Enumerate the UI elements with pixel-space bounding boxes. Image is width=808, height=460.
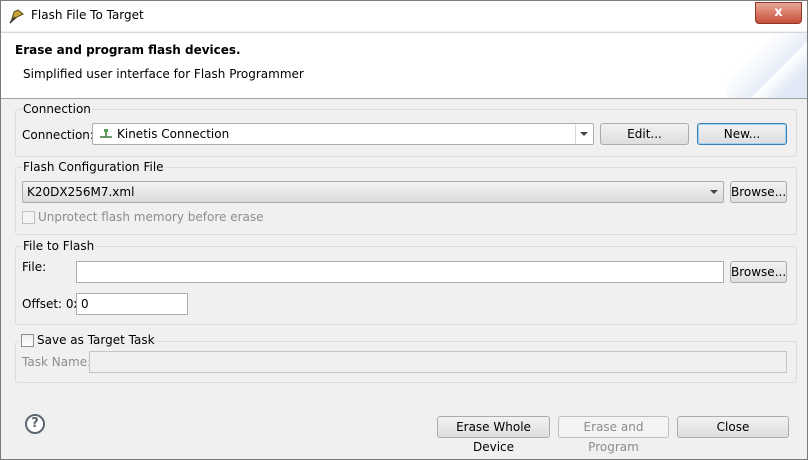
save-target-task-label: Save as Target Task (37, 333, 155, 347)
unprotect-checkbox-label: Unprotect flash memory before erase (38, 210, 264, 224)
file-field-label: File: (22, 260, 47, 274)
connection-select-value: Kinetis Connection (117, 127, 230, 141)
erase-and-program-button[interactable]: Erase and Program (558, 416, 669, 454)
flash-config-select[interactable]: K20DX256M7.xml (22, 181, 724, 203)
header-subtitle: Simplified user interface for Flash Prog… (23, 67, 304, 81)
flash-config-group-label: Flash Configuration File (22, 160, 165, 174)
file-browse-button[interactable]: Browse... (730, 261, 787, 283)
save-target-task-checkbox[interactable] (21, 334, 34, 347)
flash-file-dialog: Flash File To Target x Erase and program… (0, 0, 808, 460)
dialog-header: Erase and program flash devices. Simplif… (1, 32, 807, 99)
erase-whole-device-button[interactable]: Erase Whole Device (437, 416, 550, 454)
connection-group-label: Connection (22, 102, 92, 116)
connection-icon (100, 129, 112, 138)
window-title: Flash File To Target (31, 8, 144, 22)
chevron-down-icon[interactable] (575, 124, 593, 144)
file-to-flash-group-label: File to Flash (22, 239, 96, 253)
close-button[interactable]: Close (677, 416, 789, 438)
header-banner-graphic (727, 33, 807, 99)
header-divider (1, 98, 807, 99)
unprotect-checkbox[interactable] (22, 211, 35, 224)
flash-programmer-icon (9, 9, 24, 24)
flash-config-browse-button[interactable]: Browse... (730, 181, 787, 203)
task-name-input[interactable] (89, 351, 787, 373)
connection-select[interactable]: Kinetis Connection (92, 123, 594, 145)
offset-field-label: Offset: 0x (22, 297, 81, 311)
new-connection-button[interactable]: New... (697, 123, 787, 145)
window-close-button[interactable]: x (755, 2, 802, 24)
chevron-down-icon[interactable] (706, 182, 723, 202)
offset-input[interactable]: 0 (76, 293, 188, 315)
title-bar[interactable]: Flash File To Target x (1, 1, 807, 31)
help-icon[interactable]: ? (25, 414, 45, 434)
flash-config-select-value: K20DX256M7.xml (27, 185, 135, 199)
task-name-label: Task Name: (22, 355, 92, 369)
file-path-input[interactable] (76, 261, 724, 283)
header-title: Erase and program flash devices. (15, 43, 241, 57)
edit-connection-button[interactable]: Edit... (600, 123, 689, 145)
connection-field-label: Connection: (22, 128, 94, 142)
